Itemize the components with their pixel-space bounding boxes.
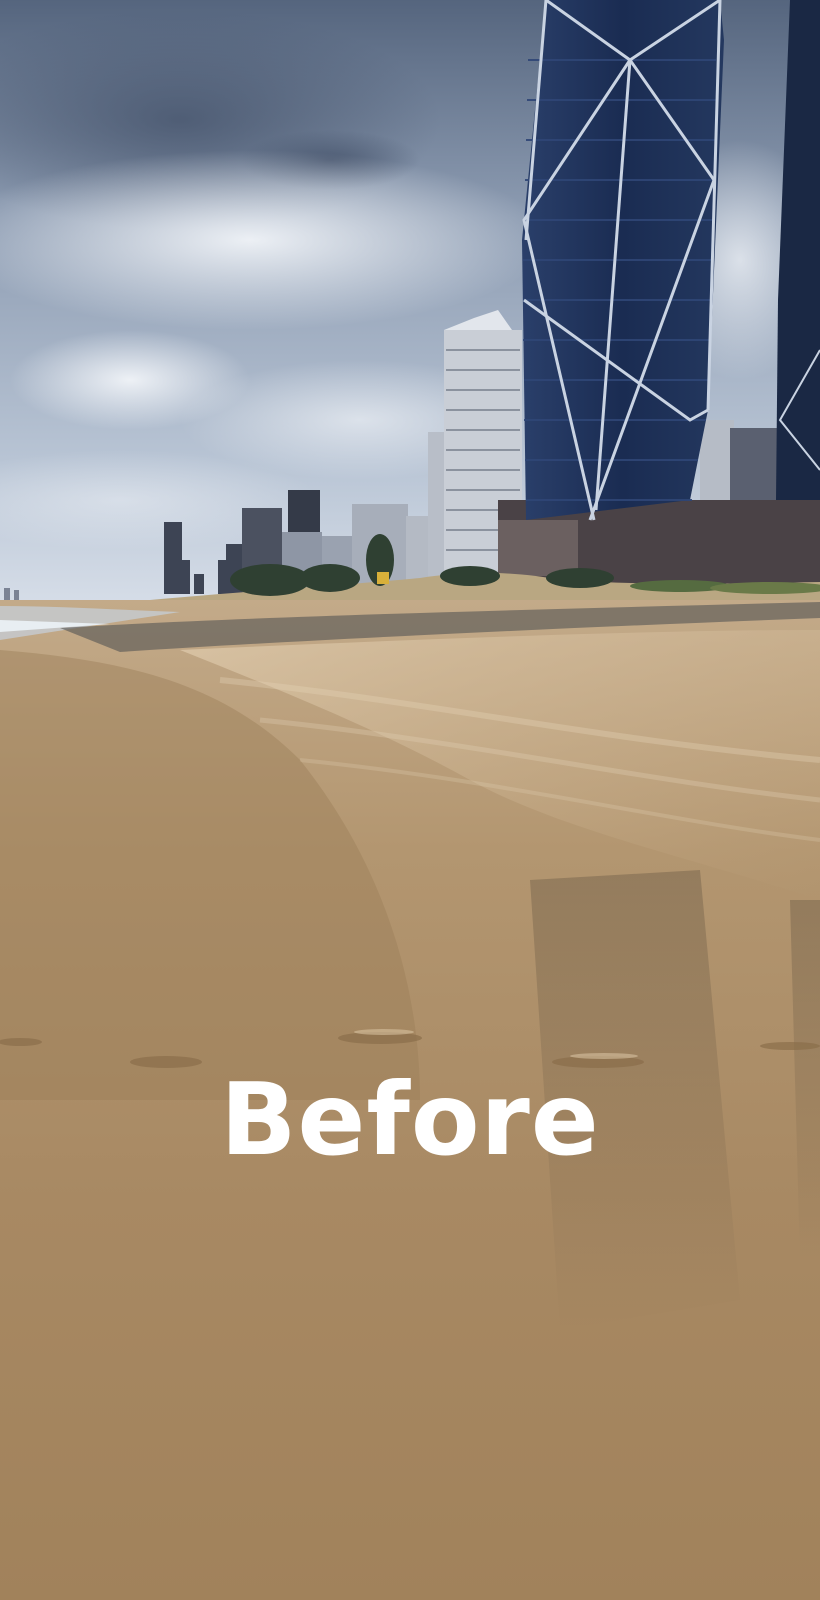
before-caption: Before bbox=[220, 1061, 600, 1178]
beach-photo: Before bbox=[0, 0, 820, 1600]
beach-scene-illustration bbox=[0, 0, 820, 1600]
